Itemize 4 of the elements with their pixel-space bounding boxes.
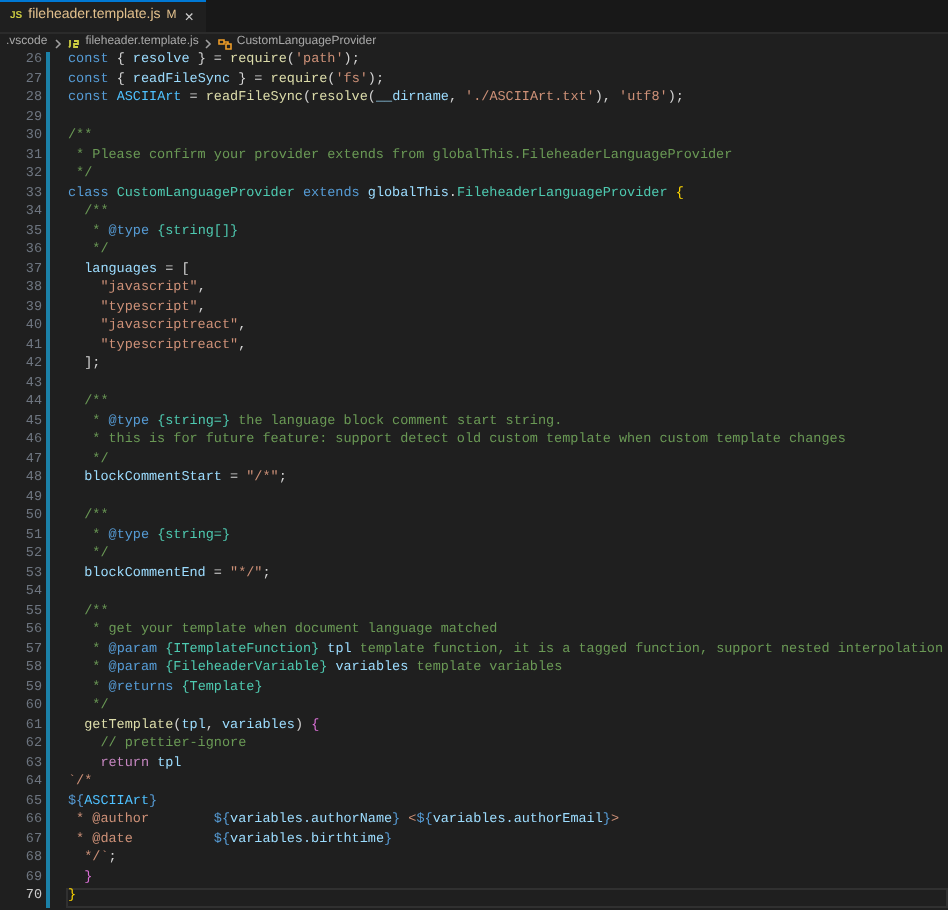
chevron-icon <box>53 37 62 49</box>
class-icon <box>218 37 233 49</box>
chevron-icon <box>204 37 213 49</box>
close-button[interactable]: × <box>182 9 196 25</box>
